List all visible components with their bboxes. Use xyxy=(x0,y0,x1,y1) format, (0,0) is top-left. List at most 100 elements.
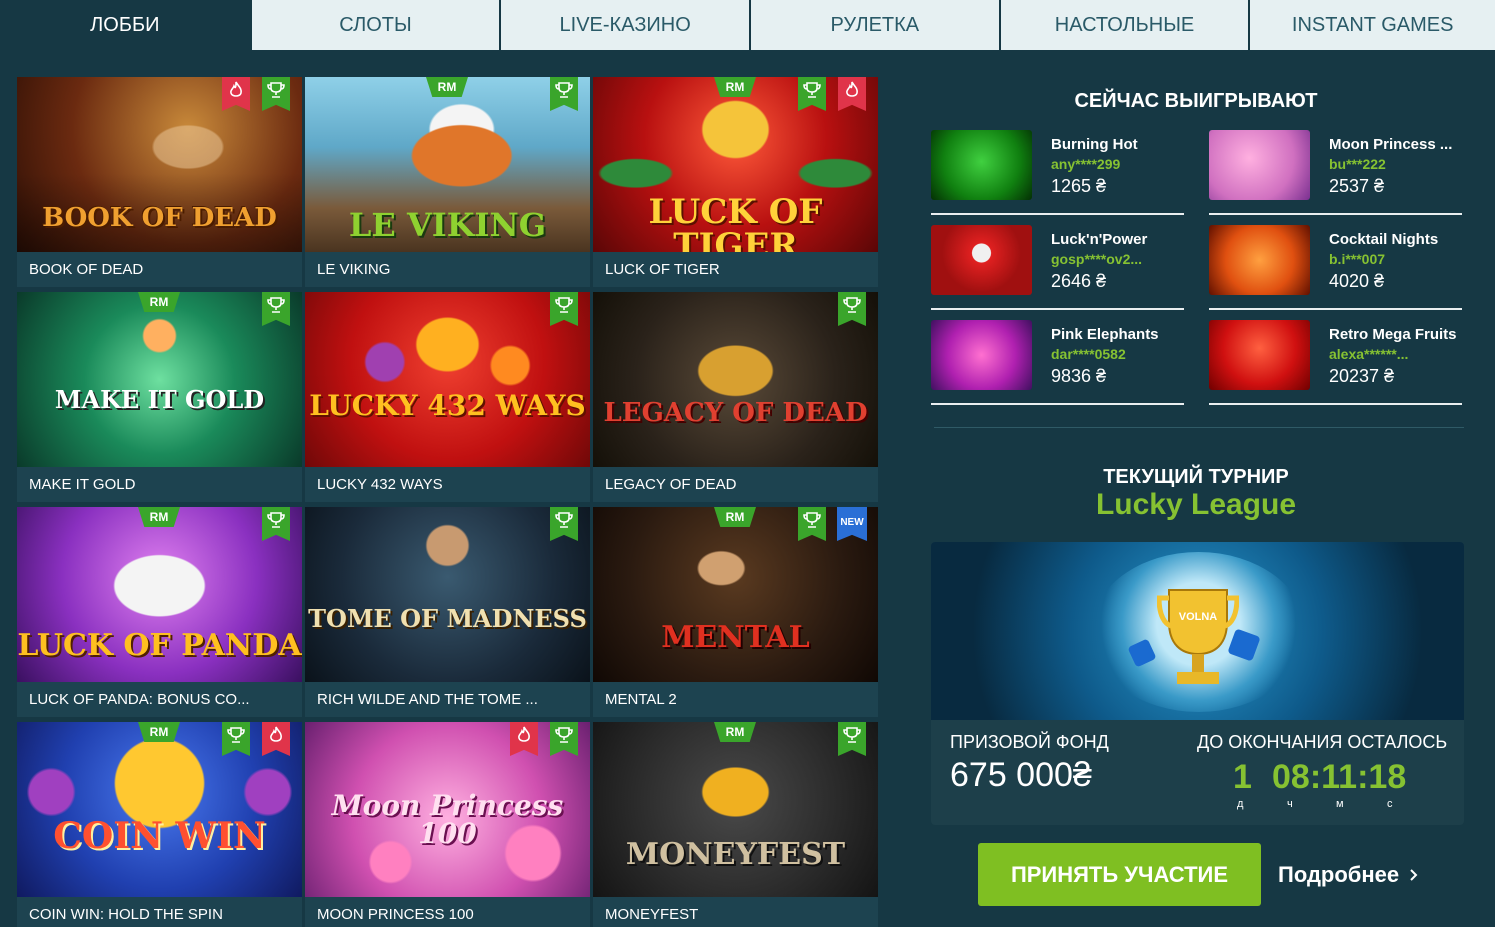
game-logo: LE VIKING xyxy=(348,206,547,244)
winner-game-name: Cocktail Nights xyxy=(1329,231,1439,248)
more-details-link[interactable]: Подробнее xyxy=(1278,862,1418,888)
game-card-moon-princess-100[interactable]: Moon Princess 100 MOON PRINCESS 100 xyxy=(305,722,590,927)
prize-fund-label: ПРИЗОВОЙ ФОНД xyxy=(950,732,1109,752)
rm-badge: RM xyxy=(138,722,180,742)
winner-game-thumbnail xyxy=(931,225,1032,295)
rm-badge: RM xyxy=(138,292,180,312)
tournament-name: Lucky League xyxy=(1095,488,1297,521)
winner-amount: 9836 ₴ xyxy=(1051,366,1107,386)
game-card-book-of-dead[interactable]: BOOK OF DEAD BOOK OF DEAD xyxy=(17,77,302,287)
game-card-coin-win[interactable]: COIN WIN RM COIN WIN: HOLD THE SPIN xyxy=(17,722,302,927)
game-thumbnail: MENTAL RM NEW xyxy=(593,507,878,682)
winner-game-thumbnail xyxy=(1209,130,1310,200)
winner-game-thumbnail xyxy=(931,320,1032,390)
winner-username: dar****0582 xyxy=(1051,346,1126,362)
game-card-make-it-gold[interactable]: MAKE IT GOLD RM MAKE IT GOLD xyxy=(17,292,302,502)
winner-amount: 2646 ₴ xyxy=(1051,271,1107,291)
winner-item[interactable]: Pink Elephants dar****0582 9836 ₴ xyxy=(931,320,1184,405)
winner-item[interactable]: Burning Hot any****299 1265 ₴ xyxy=(931,130,1184,215)
tab-roulette[interactable]: РУЛЕТКА xyxy=(749,0,999,50)
winner-item[interactable]: Retro Mega Fruits alexa******... 20237 ₴ xyxy=(1209,320,1462,405)
winner-game-name: Retro Mega Fruits xyxy=(1329,326,1457,343)
winners-title: СЕЙЧАС ВЫИГРЫВАЮТ xyxy=(1074,90,1318,112)
tab-lobby[interactable]: ЛОББИ xyxy=(0,0,250,50)
game-thumbnail: MAKE IT GOLD RM xyxy=(17,292,302,467)
game-title: MAKE IT GOLD xyxy=(17,467,302,502)
winner-game-name: Burning Hot xyxy=(1051,136,1138,153)
unit-hours: ч xyxy=(1287,798,1293,810)
winner-item[interactable]: Cocktail Nights b.i***007 4020 ₴ xyxy=(1209,225,1462,310)
game-logo: LUCK OF PANDA xyxy=(17,628,302,663)
tab-live-casino[interactable]: LIVE-КАЗИНО xyxy=(499,0,749,50)
game-title: RICH WILDE AND THE TOME ... xyxy=(305,682,590,717)
winner-item[interactable]: Moon Princess ... bu***222 2537 ₴ xyxy=(1209,130,1462,215)
game-title: MONEYFEST xyxy=(593,897,878,927)
game-card-lucky-432-ways[interactable]: LUCKY 432 WAYS LUCKY 432 WAYS xyxy=(305,292,590,502)
winner-username: b.i***007 xyxy=(1329,251,1386,267)
game-title: LUCK OF TIGER xyxy=(593,252,878,287)
game-logo: MAKE IT GOLD xyxy=(54,385,265,414)
winner-amount: 20237 ₴ xyxy=(1329,366,1395,386)
unit-minutes: м xyxy=(1336,798,1344,810)
game-title: MENTAL 2 xyxy=(593,682,878,717)
rm-badge: RM xyxy=(426,77,468,97)
rm-badge: RM xyxy=(714,77,756,97)
more-details-label: Подробнее xyxy=(1278,862,1400,887)
game-card-luck-of-panda[interactable]: LUCK OF PANDA RM LUCK OF PANDA: BONUS CO… xyxy=(17,507,302,717)
timer-days: 1 xyxy=(1233,758,1252,796)
game-title: LUCKY 432 WAYS xyxy=(305,467,590,502)
game-thumbnail: LUCK OF PANDA RM xyxy=(17,507,302,682)
game-card-moneyfest[interactable]: MONEYFEST RM MONEYFEST xyxy=(593,722,878,927)
game-thumbnail: COIN WIN RM xyxy=(17,722,302,897)
banner-text: VOLNA xyxy=(1179,611,1218,623)
winner-username: bu***222 xyxy=(1329,156,1386,172)
game-thumbnail: BOOK OF DEAD xyxy=(17,77,302,252)
game-logo: Moon Princess 100 xyxy=(331,789,564,850)
section-divider xyxy=(934,427,1464,428)
winner-username: any****299 xyxy=(1051,156,1121,172)
game-title: LUCK OF PANDA: BONUS CO... xyxy=(17,682,302,717)
sidebar-panel: СЕЙЧАС ВЫИГРЫВАЮТ Burning Hot any****299… xyxy=(897,50,1495,927)
join-tournament-button[interactable]: ПРИНЯТЬ УЧАСТИЕ xyxy=(978,843,1261,906)
game-card-tome-of-madness[interactable]: TOME OF MADNESS RICH WILDE AND THE TOME … xyxy=(305,507,590,717)
game-thumbnail: LE VIKING RM xyxy=(305,77,590,252)
unit-seconds: с xyxy=(1387,798,1393,810)
game-card-legacy-of-dead[interactable]: LEGACY OF DEAD LEGACY OF DEAD xyxy=(593,292,878,502)
tab-slots[interactable]: СЛОТЫ xyxy=(249,0,500,50)
game-grid: BOOK OF DEAD BOOK OF DEAD LE VIKING RM L… xyxy=(17,77,878,927)
tournament-card[interactable]: VOLNA ПРИЗОВОЙ ФОНД 675 000₴ ДО ОКОНЧАНИ… xyxy=(931,542,1464,825)
winner-username: gosp****ov2... xyxy=(1051,251,1143,267)
game-logo: MENTAL xyxy=(661,620,810,655)
time-left-label: ДО ОКОНЧАНИЯ ОСТАЛОСЬ xyxy=(1197,732,1448,752)
game-title: COIN WIN: HOLD THE SPIN xyxy=(17,897,302,927)
rm-badge: RM xyxy=(138,507,180,527)
game-thumbnail: LUCKY 432 WAYS xyxy=(305,292,590,467)
game-logo: LUCKY 432 WAYS xyxy=(309,389,586,422)
winner-item[interactable]: Luck'n'Power gosp****ov2... 2646 ₴ xyxy=(931,225,1184,310)
winner-amount: 1265 ₴ xyxy=(1051,176,1107,196)
winner-game-thumbnail xyxy=(931,130,1032,200)
rm-badge: RM xyxy=(714,507,756,527)
timer-clock: 08:11:18 xyxy=(1272,758,1407,796)
winner-game-name: Moon Princess ... xyxy=(1329,136,1453,153)
game-logo: LEGACY OF DEAD xyxy=(603,398,868,428)
game-title: BOOK OF DEAD xyxy=(17,252,302,287)
game-logo: LUCK OF TIGER xyxy=(648,192,823,252)
winner-username: alexa******... xyxy=(1329,346,1409,362)
winner-amount: 2537 ₴ xyxy=(1329,176,1385,196)
winner-game-thumbnail xyxy=(1209,320,1310,390)
game-card-luck-of-tiger[interactable]: LUCK OF TIGER RM LUCK OF TIGER xyxy=(593,77,878,287)
rm-badge: RM xyxy=(714,722,756,742)
tab-table-games[interactable]: НАСТОЛЬНЫЕ xyxy=(998,0,1249,50)
game-logo: MONEYFEST xyxy=(625,837,846,872)
winner-game-name: Luck'n'Power xyxy=(1051,231,1148,248)
tab-instant-games[interactable]: INSTANT GAMES xyxy=(1248,0,1495,50)
prize-fund-value: 675 000₴ xyxy=(950,756,1092,794)
game-thumbnail: LEGACY OF DEAD xyxy=(593,292,878,467)
game-thumbnail: LUCK OF TIGER RM xyxy=(593,77,878,252)
game-logo: COIN WIN xyxy=(53,815,266,857)
game-logo: TOME OF MADNESS xyxy=(308,604,587,633)
game-card-mental-2[interactable]: MENTAL RM NEW MENTAL 2 xyxy=(593,507,878,717)
game-logo: BOOK OF DEAD xyxy=(42,203,277,233)
game-card-le-viking[interactable]: LE VIKING RM LE VIKING xyxy=(305,77,590,287)
